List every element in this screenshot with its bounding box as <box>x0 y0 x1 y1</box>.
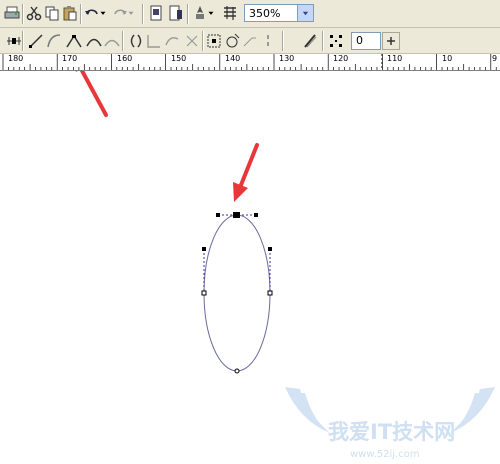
ruler-label: 110 <box>387 54 403 63</box>
zoom-dropdown-button[interactable] <box>297 5 313 21</box>
zoom-tool-button[interactable] <box>220 3 240 23</box>
elastic-mode-button[interactable] <box>240 31 260 51</box>
export-button[interactable] <box>166 3 186 23</box>
extend-curve-icon <box>147 35 160 48</box>
extract-subpath-icon <box>165 37 179 46</box>
smooth-node-button[interactable] <box>84 31 104 51</box>
curve-nodes[interactable] <box>201 212 273 374</box>
zoom-level-select[interactable]: 350% <box>244 4 314 22</box>
cusp-node-icon <box>66 34 82 48</box>
paste-icon <box>63 6 77 21</box>
add-node-icon <box>7 37 21 45</box>
node[interactable] <box>234 368 240 374</box>
control-point[interactable] <box>268 247 272 251</box>
zoom-icon <box>224 6 236 20</box>
symmetric-node-icon <box>104 39 120 47</box>
extract-subpath-icon <box>267 35 269 46</box>
import-icon <box>150 5 162 21</box>
align-nodes-button[interactable] <box>222 31 242 51</box>
reverse-direction-icon <box>130 34 142 48</box>
ellipse-curve[interactable] <box>203 214 271 372</box>
node[interactable] <box>267 290 273 296</box>
cusp-node-button[interactable] <box>64 31 84 51</box>
extract-subpath-button[interactable] <box>162 31 182 51</box>
drawing-canvas[interactable]: 我爱IT技术网 www.52ij.com <box>0 71 500 464</box>
smoothness-spin-button[interactable] <box>382 32 400 50</box>
launcher-dropdown-button[interactable] <box>206 3 216 23</box>
standard-toolbar: 350% <box>0 0 500 28</box>
to-curve-button[interactable] <box>44 31 64 51</box>
chevron-down-icon <box>302 11 309 15</box>
import-button[interactable] <box>146 3 166 23</box>
ruler-label: 150 <box>171 54 187 63</box>
chevron-down-icon <box>100 11 106 15</box>
ruler-label: 170 <box>62 54 78 63</box>
to-line-icon <box>29 34 43 48</box>
selected-node[interactable] <box>233 212 240 218</box>
control-handles <box>203 214 271 293</box>
add-node-button[interactable] <box>4 31 24 51</box>
undo-dropdown-button[interactable] <box>98 3 108 23</box>
horizontal-ruler[interactable]: 180 170 160 150 140 130 120 110 10 9 <box>0 54 500 71</box>
control-point[interactable] <box>216 213 220 217</box>
select-all-nodes-icon <box>330 35 342 47</box>
chevron-down-icon <box>208 11 214 15</box>
rotate-node-icon <box>207 34 221 48</box>
align-nodes-icon <box>226 33 240 48</box>
ruler-label: 140 <box>225 54 241 63</box>
to-line-button[interactable] <box>26 31 46 51</box>
copy-icon <box>45 6 59 21</box>
curve-smoothness-input[interactable]: 0 <box>351 32 381 50</box>
control-point[interactable] <box>254 213 258 217</box>
export-icon <box>169 5 182 21</box>
extend-curve-button[interactable] <box>144 31 164 51</box>
annotation-arrow-toolbar <box>75 71 108 117</box>
watermark-title: 我爱IT技术网 <box>328 420 455 444</box>
paste-button[interactable] <box>60 3 80 23</box>
stretch-node-icon <box>304 34 317 48</box>
annotation-arrow-node <box>233 143 259 202</box>
cut-icon <box>26 6 42 21</box>
reflect-nodes-button[interactable] <box>300 31 320 51</box>
property-bar: 0 <box>0 28 500 54</box>
ruler-label: 160 <box>117 54 133 63</box>
smooth-node-icon <box>86 38 102 47</box>
watermark-url: www.52ij.com <box>350 449 420 460</box>
plus-icon <box>387 37 395 45</box>
to-curve-icon <box>47 34 61 48</box>
print-button[interactable] <box>2 3 22 23</box>
symmetric-node-button[interactable] <box>102 31 122 51</box>
redo-dropdown-button[interactable] <box>126 3 136 23</box>
stretch-node-icon <box>186 35 198 47</box>
ruler-label: 180 <box>8 54 24 63</box>
select-all-nodes-button[interactable] <box>326 31 346 51</box>
copy-button[interactable] <box>42 3 62 23</box>
print-icon <box>4 6 20 19</box>
ruler-label: 130 <box>279 54 295 63</box>
zoom-level-value: 350% <box>249 6 281 20</box>
rotate-node-button[interactable] <box>204 31 224 51</box>
node-info-button[interactable] <box>258 31 278 51</box>
chevron-down-icon <box>128 11 134 15</box>
reverse-direction-button[interactable] <box>126 31 146 51</box>
elastic-mode-icon <box>243 37 256 47</box>
ruler-label: 10 <box>442 54 453 63</box>
ruler-label: 9 <box>492 54 498 63</box>
cut-button[interactable] <box>24 3 44 23</box>
stretch-node-button[interactable] <box>182 31 202 51</box>
control-point[interactable] <box>202 247 206 251</box>
ruler-label: 120 <box>333 54 349 63</box>
node[interactable] <box>201 290 207 296</box>
